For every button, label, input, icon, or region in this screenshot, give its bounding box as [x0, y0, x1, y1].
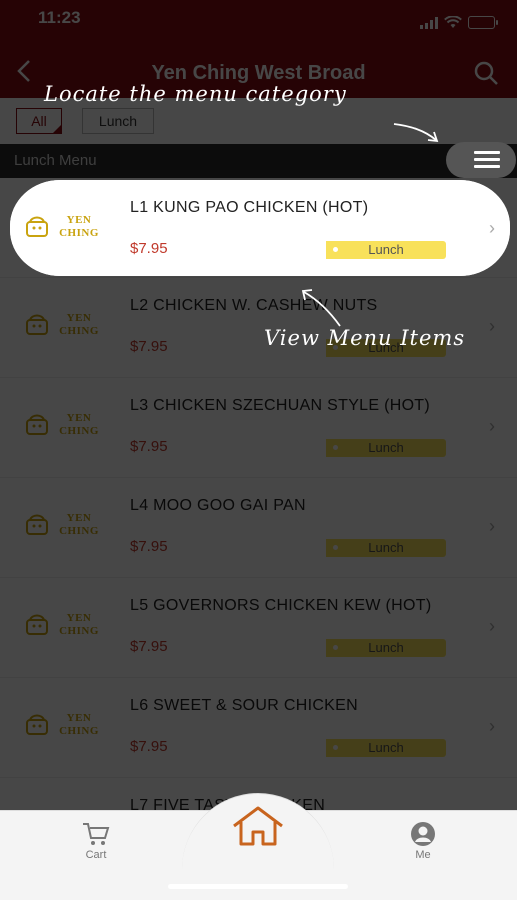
hamburger-menu-icon [474, 151, 500, 169]
user-icon [411, 822, 435, 846]
menu-item-name: L6 SWEET & SOUR CHICKEN [130, 697, 358, 714]
menu-item[interactable]: YEN CHING L5 GOVERNORS CHICKEN KEW (HOT) $7… [0, 578, 517, 678]
logo-text: YENCHING [59, 512, 99, 537]
logo-mascot-icon [26, 714, 48, 735]
logo-mascot-icon [26, 614, 48, 635]
tab-cart-label: Cart [85, 849, 107, 861]
signal-icon [420, 17, 438, 29]
category-label: Lunch Menu [14, 152, 97, 169]
menu-item-name: L1 KUNG PAO CHICKEN (HOT) [130, 199, 369, 216]
menu-item[interactable]: YENCHING L1 KUNG PAO CHICKEN (HOT) $7.95 Lu… [10, 180, 510, 276]
wifi-icon [444, 16, 462, 28]
restaurant-logo: YENCHING [22, 296, 108, 360]
logo-text: YENCHING [59, 712, 99, 737]
menu-item-name: L5 GOVERNORS CHICKEN KEW (HOT) [130, 597, 432, 614]
logo-text: YENCHING [59, 412, 99, 437]
status-bar: 11:23 [0, 0, 517, 48]
chevron-right-icon: › [489, 218, 495, 238]
logo-mascot-icon [26, 414, 48, 435]
menu-item-price: $7.95 [130, 738, 168, 755]
chevron-right-icon: › [489, 516, 495, 536]
filter-chip-all[interactable]: All [16, 108, 62, 134]
status-time: 11:23 [38, 8, 81, 27]
menu-item-tag: Lunch [326, 539, 446, 557]
menu-item-tag: Lunch [326, 439, 446, 457]
menu-item[interactable]: YEN CHING L3 CHICKEN SZECHUAN STYLE (HOT) $… [0, 378, 517, 478]
menu-item-price: $7.95 [130, 240, 168, 257]
status-icons [420, 16, 498, 29]
chevron-right-icon: › [489, 716, 495, 736]
highlighted-category-menu-button[interactable] [446, 142, 516, 178]
annotation-items-hint: View Menu Items [264, 326, 466, 350]
tab-me-label: Me [415, 849, 431, 861]
highlighted-menu-item[interactable]: YEN CHING L1 KUNG PAO CHICKEN (HOT) $7.95 Lu… [10, 180, 510, 276]
menu-item-name: L4 MOO GOO GAI PAN [130, 497, 306, 514]
category-bar: Lunch Menu [0, 144, 517, 178]
menu-item[interactable]: YEN CHING L6 SWEET & SOUR CHICKEN $7.95 Lunc… [0, 678, 517, 778]
logo-mascot-icon [26, 514, 48, 535]
menu-item-price: $7.95 [130, 438, 168, 455]
menu-item-price: $7.95 [130, 538, 168, 555]
chevron-right-icon: › [489, 616, 495, 636]
menu-item-tag: Lunch [326, 639, 446, 657]
restaurant-logo: YENCHING [22, 696, 108, 760]
chevron-right-icon: › [489, 316, 495, 336]
menu-item[interactable]: YEN CHING L4 MOO GOO GAI PAN $7.95 Lunch › [0, 478, 517, 578]
menu-item-name: L2 CHICKEN W. CASHEW NUTS [130, 297, 378, 314]
arrow-to-menu-item-icon [301, 289, 341, 327]
restaurant-logo: YENCHING [22, 496, 108, 560]
logo-text: YENCHING [59, 312, 99, 337]
chevron-right-icon: › [489, 416, 495, 436]
logo-text: YENCHING [59, 214, 99, 239]
restaurant-logo: YENCHING [22, 596, 108, 660]
home-icon [233, 806, 283, 846]
logo-mascot-icon [26, 314, 48, 335]
tab-me[interactable]: Me [393, 821, 453, 861]
cart-icon [83, 823, 110, 845]
menu-item-tag: Lunch [326, 739, 446, 757]
menu-item-price: $7.95 [130, 638, 168, 655]
menu-item-tag: Lunch [326, 241, 446, 259]
annotation-category-hint: Locate the menu category [44, 82, 347, 106]
filter-chip-lunch[interactable]: Lunch [82, 108, 154, 134]
home-indicator [168, 884, 348, 889]
logo-text: YENCHING [59, 612, 99, 637]
menu-item-name: L3 CHICKEN SZECHUAN STYLE (HOT) [130, 397, 431, 414]
app-screen: 11:23 Yen Ching West Broad All Lunch Lun… [0, 0, 517, 900]
restaurant-logo: YENCHING [22, 198, 108, 262]
arrow-to-menu-button-icon [393, 123, 439, 143]
search-icon [474, 61, 498, 85]
logo-mascot-icon [26, 216, 48, 237]
search-button[interactable] [473, 60, 499, 86]
restaurant-logo: YENCHING [22, 396, 108, 460]
tab-cart[interactable]: Cart [66, 821, 126, 861]
battery-icon [468, 16, 498, 29]
menu-item-price: $7.95 [130, 338, 168, 355]
